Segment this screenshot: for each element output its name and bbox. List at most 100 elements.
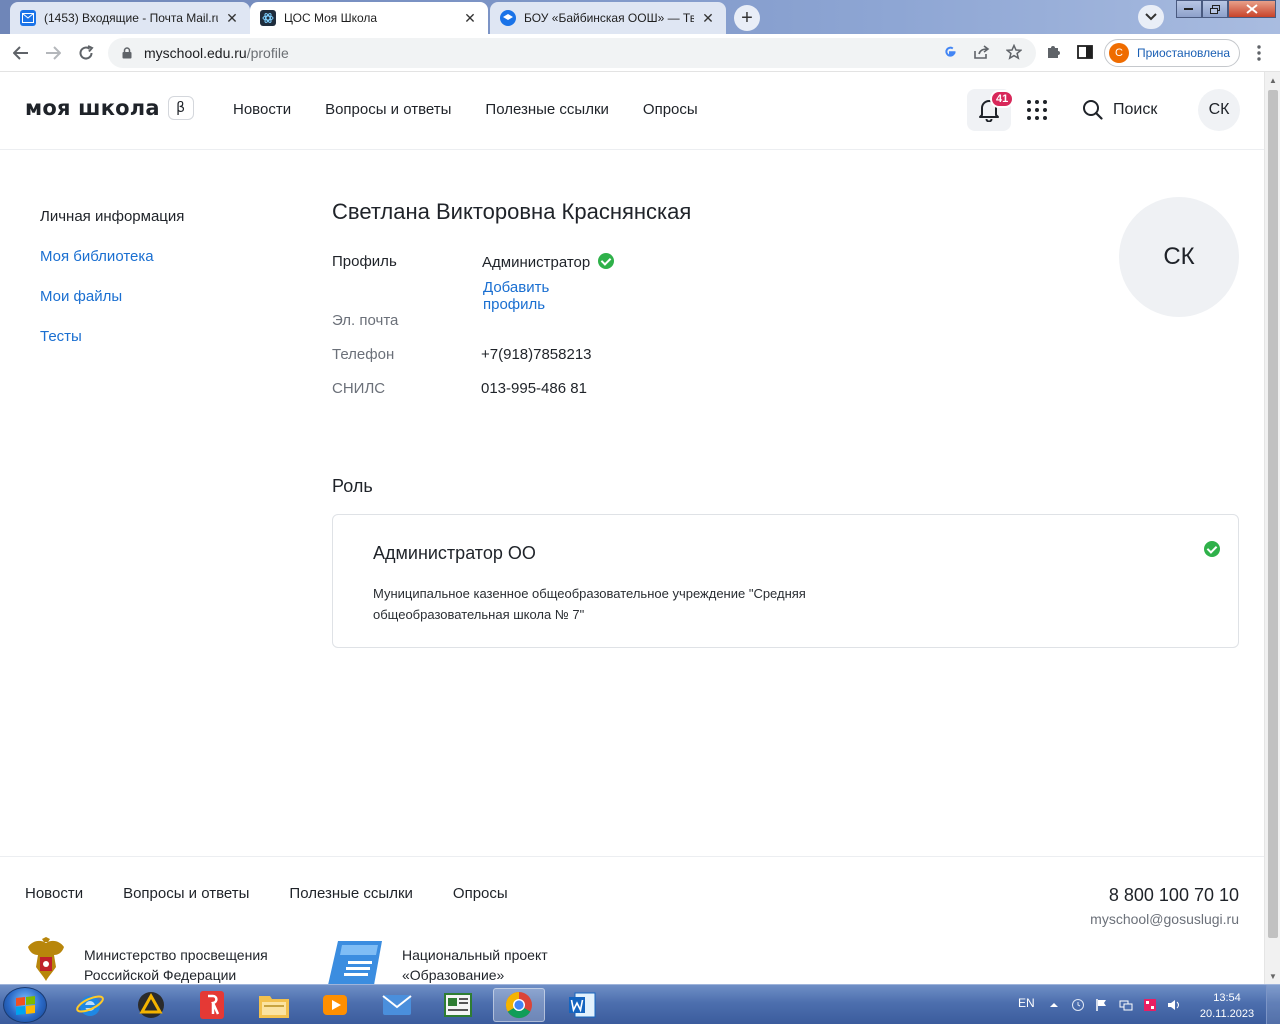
back-arrow-icon[interactable] <box>10 42 32 64</box>
footer-nav-useful-links[interactable]: Полезные ссылки <box>289 885 413 902</box>
google-translate-icon[interactable] <box>941 43 959 61</box>
side-panel-icon[interactable] <box>1076 43 1094 61</box>
envelope-icon <box>382 995 412 1015</box>
ministry-name: Министерство просвещения Российской Феде… <box>84 945 268 984</box>
ministry-line: Российской Федерации <box>84 967 237 983</box>
notifications-badge: 41 <box>990 90 1015 108</box>
site-header: моя школа β Новости Вопросы и ответы Пол… <box>0 72 1264 150</box>
address-bar[interactable]: myschool.edu.ru/profile <box>108 38 1036 68</box>
support-email[interactable]: myschool@gosuslugi.ru <box>1090 911 1239 927</box>
window-restore-button[interactable] <box>1202 0 1228 18</box>
profile-avatar: С <box>1109 43 1129 63</box>
add-profile-link[interactable]: Добавить профиль <box>483 279 549 313</box>
browser-tab-strip: (1453) Входящие - Почта Mail.ru ✕ ЦОС Мо… <box>0 0 1280 34</box>
tray-app-icon[interactable] <box>1143 998 1157 1012</box>
role-active-check-icon <box>1204 541 1220 557</box>
logo-text: моя школа <box>25 96 160 120</box>
browser-menu-icon[interactable] <box>1250 43 1268 63</box>
taskbar-file-explorer[interactable] <box>248 988 300 1022</box>
internet-explorer-icon <box>76 995 104 1016</box>
search-button[interactable]: Поиск <box>1082 99 1157 120</box>
phone-label: Телефон <box>332 346 395 363</box>
share-icon[interactable] <box>973 43 991 61</box>
reload-icon[interactable] <box>75 42 97 64</box>
tab-search-chevron-icon[interactable] <box>1138 5 1164 29</box>
new-tab-button[interactable]: + <box>734 5 760 31</box>
network-icon[interactable] <box>1119 998 1133 1012</box>
taskbar-internet-explorer[interactable] <box>64 988 116 1022</box>
media-player-icon <box>323 995 347 1015</box>
national-project-logo-icon <box>328 941 382 984</box>
start-button[interactable] <box>3 987 47 1023</box>
lock-icon <box>120 46 134 60</box>
url-path: /profile <box>246 45 289 61</box>
scroll-down-arrow-icon[interactable]: ▼ <box>1265 968 1280 984</box>
tab-mail[interactable]: (1453) Входящие - Почта Mail.ru ✕ <box>10 2 250 34</box>
browser-toolbar: myschool.edu.ru/profile С Приостановлена <box>0 34 1280 72</box>
browser-profile-button[interactable]: С Приостановлена <box>1104 39 1240 67</box>
taskbar-google-chrome[interactable] <box>493 988 545 1022</box>
site-logo[interactable]: моя школа β <box>25 96 194 120</box>
nav-useful-links[interactable]: Полезные ссылки <box>485 101 609 118</box>
taskbar-microsoft-word[interactable] <box>556 988 608 1022</box>
close-tab-icon[interactable]: ✕ <box>462 10 478 26</box>
action-center-flag-icon[interactable] <box>1095 998 1109 1012</box>
apps-grid-icon[interactable] <box>1026 99 1048 121</box>
scrollbar-thumb[interactable] <box>1268 90 1278 938</box>
sidebar-item-files[interactable]: Мои файлы <box>40 288 184 328</box>
support-phone[interactable]: 8 800 100 70 10 <box>1109 885 1239 906</box>
project-line: Национальный проект <box>402 947 548 963</box>
close-tab-icon[interactable]: ✕ <box>224 10 240 26</box>
extensions-puzzle-icon[interactable] <box>1044 43 1062 61</box>
taskbar-mail-app[interactable] <box>371 988 423 1022</box>
email-label: Эл. почта <box>332 312 399 329</box>
window-minimize-button[interactable] <box>1176 0 1202 18</box>
phone-value: +7(918)7858213 <box>481 346 592 363</box>
chrome-icon <box>505 991 532 1019</box>
user-full-name: Светлана Викторовна Краснянская <box>332 199 692 224</box>
ministry-block[interactable]: Министерство просвещения Российской Феде… <box>24 937 268 984</box>
scroll-up-arrow-icon[interactable]: ▲ <box>1265 72 1280 88</box>
graduation-cap-icon <box>500 10 516 26</box>
profile-avatar-large[interactable]: СК <box>1119 197 1239 317</box>
tray-clock-icon[interactable] <box>1071 998 1085 1012</box>
footer-nav-polls[interactable]: Опросы <box>453 885 508 902</box>
nav-polls[interactable]: Опросы <box>643 101 698 118</box>
close-tab-icon[interactable]: ✕ <box>700 10 716 26</box>
beta-badge: β <box>167 96 194 120</box>
nav-news[interactable]: Новости <box>233 101 291 118</box>
profile-value-text: Администратор <box>482 254 591 271</box>
triangle-app-icon <box>138 992 164 1018</box>
taskbar-app-triangle[interactable] <box>125 988 177 1022</box>
clock-time: 13:54 <box>1213 992 1241 1004</box>
yandex-icon <box>200 991 224 1019</box>
profile-label: Профиль <box>332 253 397 270</box>
page-scrollbar[interactable]: ▲ ▼ <box>1264 72 1280 984</box>
tab-myschool[interactable]: ЦОС Моя Школа ✕ <box>250 2 488 34</box>
tab-title: ЦОС Моя Школа <box>284 11 378 25</box>
nav-faq[interactable]: Вопросы и ответы <box>325 101 451 118</box>
window-close-button[interactable] <box>1228 0 1276 18</box>
volume-icon[interactable] <box>1167 998 1181 1012</box>
national-project-block[interactable]: Национальный проект «Образование» <box>328 937 548 984</box>
role-card[interactable]: Администратор ОО Муниципальное казенное … <box>332 514 1239 648</box>
taskbar-news-app[interactable] <box>432 988 484 1022</box>
tray-expand-arrow-icon[interactable] <box>1047 998 1061 1012</box>
forward-arrow-icon[interactable] <box>42 42 64 64</box>
sidebar-item-personal-info[interactable]: Личная информация <box>40 208 184 248</box>
system-clock[interactable]: 13:54 20.11.2023 <box>1192 990 1262 1022</box>
snils-value: 013-995-486 81 <box>481 380 587 397</box>
taskbar-media-player[interactable] <box>309 988 361 1022</box>
sidebar-item-library[interactable]: Моя библиотека <box>40 248 184 288</box>
show-desktop-button[interactable] <box>1266 985 1280 1024</box>
bookmark-star-icon[interactable] <box>1005 43 1023 61</box>
project-line: «Образование» <box>402 967 505 983</box>
sidebar-item-tests[interactable]: Тесты <box>40 328 184 368</box>
footer-nav-news[interactable]: Новости <box>25 885 83 902</box>
input-language[interactable]: EN <box>1018 996 1035 1010</box>
footer-nav-faq[interactable]: Вопросы и ответы <box>123 885 249 902</box>
tab-school-site[interactable]: БОУ «Байбинская ООШ» — Тверская ✕ <box>490 2 726 34</box>
user-avatar-button[interactable]: СК <box>1198 89 1240 131</box>
snils-label: СНИЛС <box>332 380 386 397</box>
taskbar-yandex-browser[interactable] <box>186 988 238 1022</box>
